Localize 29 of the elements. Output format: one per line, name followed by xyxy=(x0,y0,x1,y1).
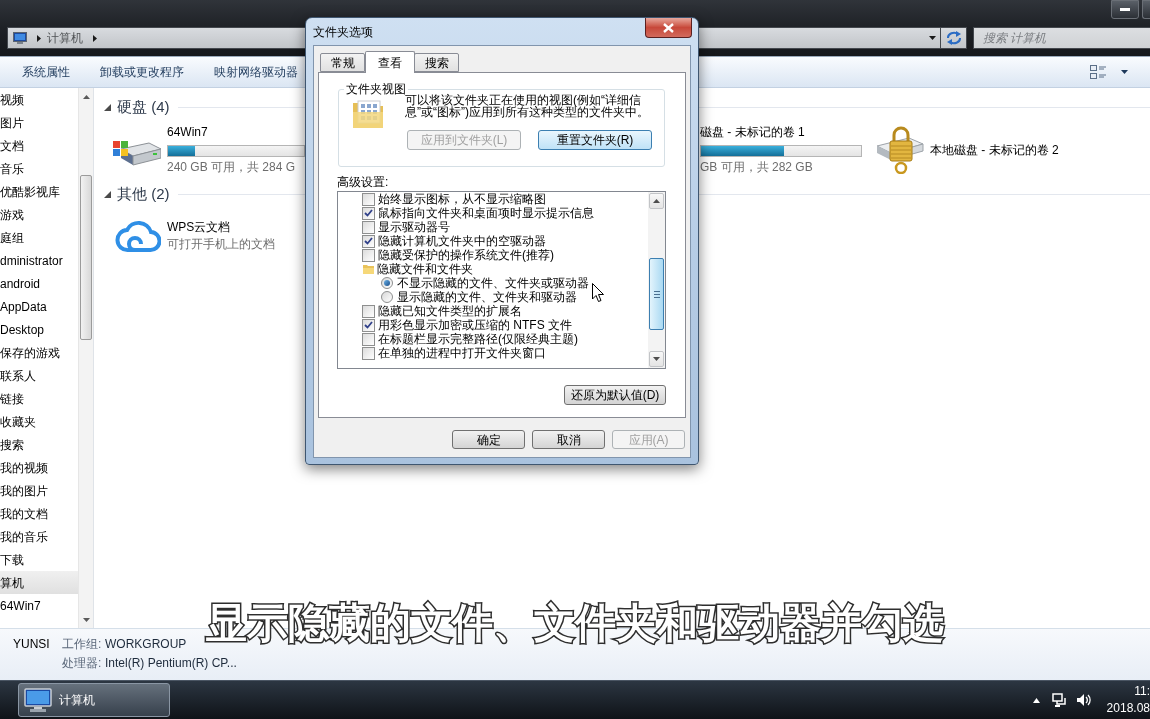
detail-value: Intel(R) Pentium(R) CP... xyxy=(105,655,237,670)
detail-value: WORKGROUP xyxy=(105,636,187,651)
option-group-label: 隐藏文件和文件夹 xyxy=(377,262,473,276)
subtitle-caption: 显示隐藏的文件、文件夹和驱动器并勾选 xyxy=(206,600,944,646)
detail-label: 处理器: xyxy=(62,655,103,670)
computer-name: YUNSI xyxy=(13,636,50,651)
option-label: 鼠标指向文件夹和桌面项时显示提示信息 xyxy=(378,206,594,220)
drive-name: 磁盘 - 未标记的卷 1 xyxy=(700,125,805,140)
detail-label: 工作组: xyxy=(62,636,103,651)
folder-views-description: 可以将该文件夹正在使用的视图(例如“详细信息”或“图标”)应用到所有这种类型的文件夹中。 xyxy=(405,94,650,118)
group-title: 文件夹视图 xyxy=(345,82,406,96)
item-description: 可打开手机上的文档 xyxy=(167,237,275,252)
drive-free-space: GB 可用，共 282 GB xyxy=(700,160,813,175)
option-label: 隐藏受保护的操作系统文件(推荐) xyxy=(378,248,554,262)
option-label: 在单独的进程中打开文件夹窗口 xyxy=(378,346,546,360)
option-label: 隐藏计算机文件夹中的空驱动器 xyxy=(378,234,546,248)
drive-free-space: 240 GB 可用，共 284 G xyxy=(167,160,296,175)
option-label: 用彩色显示加密或压缩的 NTFS 文件 xyxy=(378,318,572,332)
advanced-settings-label: 高级设置: xyxy=(337,175,389,189)
option-label: 不显示隐藏的文件、文件夹或驱动器 xyxy=(397,276,589,290)
dialog-title: 文件夹选项 xyxy=(313,25,373,39)
option-label: 显示隐藏的文件、文件夹和驱动器 xyxy=(397,290,577,304)
option-label: 隐藏已知文件类型的扩展名 xyxy=(378,304,522,318)
item-name: WPS云文档 xyxy=(167,220,231,235)
drive-name: 64Win7 xyxy=(167,125,208,140)
option-label: 始终显示图标，从不显示缩略图 xyxy=(378,192,546,206)
option-label: 显示驱动器号 xyxy=(378,220,450,234)
option-label: 在标题栏显示完整路径(仅限经典主题) xyxy=(378,332,578,346)
drive-name: 本地磁盘 - 未标记的卷 2 xyxy=(930,142,1059,158)
